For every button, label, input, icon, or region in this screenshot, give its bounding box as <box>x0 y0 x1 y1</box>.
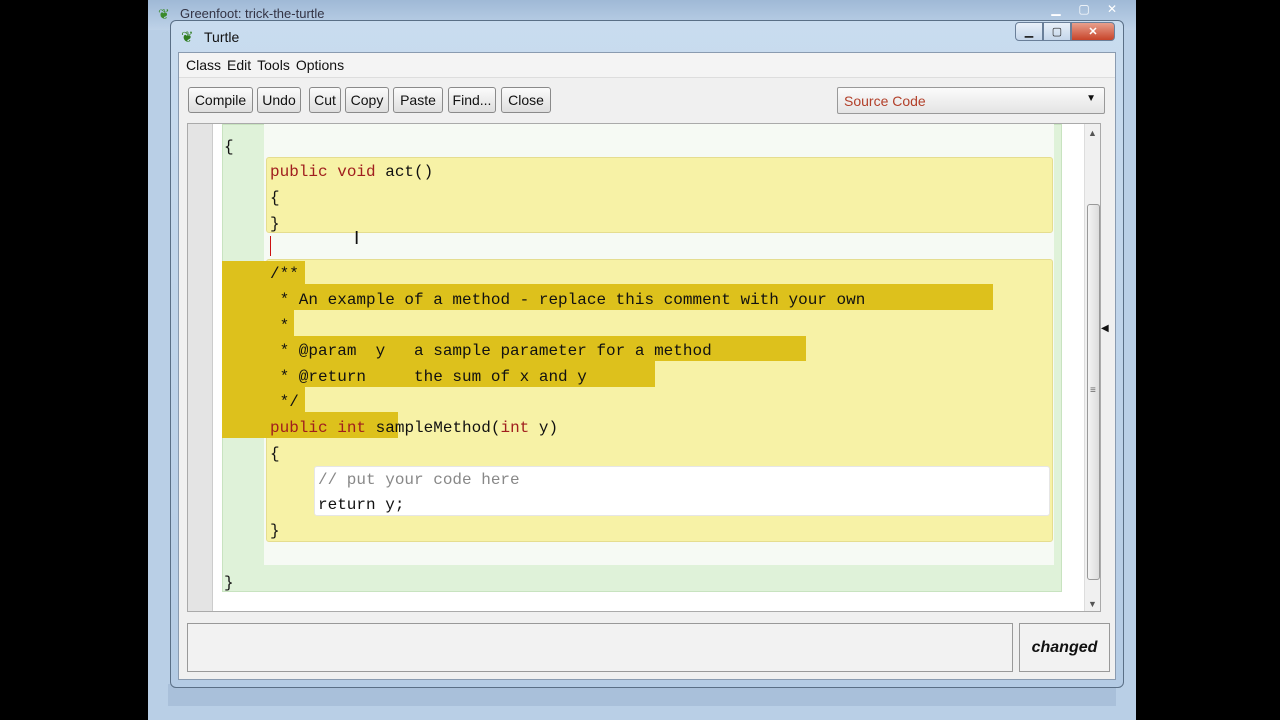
code-line-doc-close: */ <box>270 393 299 411</box>
chevron-down-icon: ▼ <box>1086 93 1096 104</box>
method-name: sampleMethod( <box>375 419 501 437</box>
editor-client-area: Class Edit Tools Options Compile Undo Cu… <box>178 52 1116 680</box>
status-box: changed <box>1019 623 1110 672</box>
view-select[interactable]: Source Code ▼ <box>837 87 1105 114</box>
parameter: y) <box>529 419 559 437</box>
copy-button[interactable]: Copy <box>345 87 389 113</box>
code-line-act-open: { <box>270 189 280 207</box>
toolbar: Compile Undo Cut Copy Paste Find... Clos… <box>179 77 1115 119</box>
window-titlebar[interactable]: ❦ Turtle ▁ ▢ ✕ <box>171 21 1123 53</box>
editor-window: ❦ Turtle ▁ ▢ ✕ Class Edit Tools Options … <box>170 20 1124 688</box>
maximize-icon[interactable]: ▢ <box>1070 2 1098 18</box>
code-line-class-open: { <box>224 138 234 156</box>
code-line-act-signature: public void act() <box>270 162 433 182</box>
paste-button[interactable]: Paste <box>393 87 443 113</box>
code-line-return: return y; <box>318 496 405 514</box>
close-window-button[interactable]: ✕ <box>1071 22 1115 41</box>
maximize-button[interactable]: ▢ <box>1043 22 1071 41</box>
code-line-sample-close: } <box>270 522 280 540</box>
code-line-doc-3: * @param y a sample parameter for a meth… <box>270 342 712 360</box>
view-select-value: Source Code <box>844 93 926 109</box>
code-line-sample-signature: public int sampleMethod(int y) <box>270 418 558 438</box>
menu-class[interactable]: Class <box>183 57 224 73</box>
background-window-controls: ▁ ▢ ✕ <box>1042 2 1126 18</box>
menu-bar: Class Edit Tools Options <box>179 53 1115 78</box>
text-caret <box>270 236 271 256</box>
code-line-doc-1: * An example of a method - replace this … <box>270 291 866 309</box>
code-line-doc-open: /** <box>270 265 299 283</box>
code-line-act-close: } <box>270 215 280 233</box>
scroll-up-icon[interactable]: ▲ <box>1088 128 1097 138</box>
status-label: changed <box>1031 639 1098 656</box>
code-line-sample-open: { <box>270 445 280 463</box>
scrollbar-thumb[interactable]: ≡ <box>1087 204 1100 580</box>
minimize-icon[interactable]: ▁ <box>1042 2 1070 18</box>
code-editor[interactable]: { public void act() { } I /** * An examp… <box>187 123 1101 612</box>
undo-button[interactable]: Undo <box>257 87 301 113</box>
ibeam-cursor-icon: I <box>354 228 360 249</box>
keyword: int <box>500 419 530 437</box>
window-title: Turtle <box>204 29 240 45</box>
minimize-button[interactable]: ▁ <box>1015 22 1043 41</box>
message-area <box>187 623 1013 672</box>
find-button[interactable]: Find... <box>448 87 496 113</box>
cut-button[interactable]: Cut <box>309 87 341 113</box>
close-icon[interactable]: ✕ <box>1098 2 1126 18</box>
keyword: public void <box>270 163 376 181</box>
vertical-scrollbar[interactable]: ▲ ≡ ▼ <box>1084 124 1100 611</box>
grip-icon: ≡ <box>1090 385 1096 396</box>
background-window-title: Greenfoot: trick-the-turtle <box>180 6 325 21</box>
menu-edit[interactable]: Edit <box>224 57 254 73</box>
scroll-down-icon[interactable]: ▼ <box>1088 599 1097 609</box>
keyword: int <box>337 419 367 437</box>
line-gutter <box>188 124 213 611</box>
menu-options[interactable]: Options <box>293 57 347 73</box>
method-name: act() <box>375 163 434 181</box>
greenfoot-icon: ❦ <box>181 29 194 46</box>
close-button[interactable]: Close <box>501 87 551 113</box>
compile-button[interactable]: Compile <box>188 87 253 113</box>
menu-tools[interactable]: Tools <box>254 57 293 73</box>
code-line-doc-4: * @return the sum of x and y <box>270 368 587 386</box>
keyword: public <box>270 419 328 437</box>
code-line-class-close: } <box>224 574 234 592</box>
greenfoot-icon: ❦ <box>158 6 170 22</box>
code-line-doc-2: * <box>270 317 290 335</box>
collapse-arrow-icon[interactable]: ◀ <box>1101 323 1111 334</box>
window-controls: ▁ ▢ ✕ <box>1015 22 1115 41</box>
code-line-comment: // put your code here <box>318 471 520 489</box>
